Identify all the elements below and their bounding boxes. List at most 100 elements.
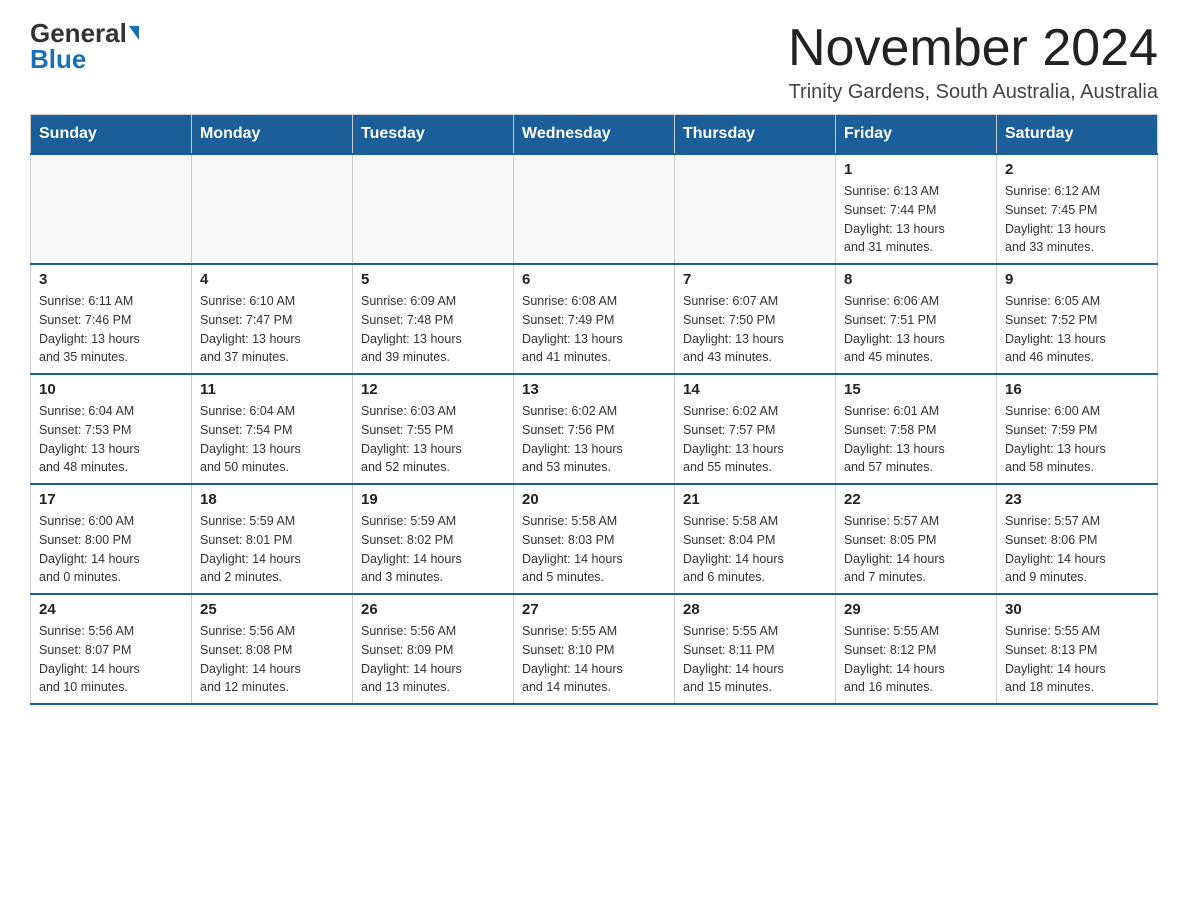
day-info: Sunrise: 6:02 AM Sunset: 7:57 PM Dayligh… [683,402,827,477]
title-block: November 2024 Trinity Gardens, South Aus… [788,20,1158,104]
calendar-cell: 29 Sunrise: 5:55 AM Sunset: 8:12 PM Dayli… [836,594,997,704]
calendar-cell: 14 Sunrise: 6:02 AM Sunset: 7:57 PM Dayli… [675,374,836,484]
day-info: Sunrise: 6:08 AM Sunset: 7:49 PM Dayligh… [522,292,666,367]
day-info: Sunrise: 5:58 AM Sunset: 8:03 PM Dayligh… [522,512,666,587]
day-info: Sunrise: 6:04 AM Sunset: 7:53 PM Dayligh… [39,402,183,477]
day-info: Sunrise: 6:04 AM Sunset: 7:54 PM Dayligh… [200,402,344,477]
day-number: 8 [844,271,988,288]
day-number: 19 [361,491,505,508]
location-title: Trinity Gardens, South Australia, Austra… [788,81,1158,104]
day-info: Sunrise: 5:56 AM Sunset: 8:08 PM Dayligh… [200,622,344,697]
calendar-cell: 8 Sunrise: 6:06 AM Sunset: 7:51 PM Daylig… [836,264,997,374]
day-info: Sunrise: 5:58 AM Sunset: 8:04 PM Dayligh… [683,512,827,587]
calendar-cell: 3 Sunrise: 6:11 AM Sunset: 7:46 PM Daylig… [31,264,192,374]
day-number: 1 [844,161,988,178]
calendar-cell: 24 Sunrise: 5:56 AM Sunset: 8:07 PM Dayli… [31,594,192,704]
calendar-week-row: 10 Sunrise: 6:04 AM Sunset: 7:53 PM Dayli… [31,374,1158,484]
day-number: 24 [39,601,183,618]
day-number: 26 [361,601,505,618]
day-number: 9 [1005,271,1149,288]
day-number: 14 [683,381,827,398]
calendar-cell: 12 Sunrise: 6:03 AM Sunset: 7:55 PM Dayli… [353,374,514,484]
weekday-header-sunday: Sunday [31,115,192,155]
day-info: Sunrise: 6:01 AM Sunset: 7:58 PM Dayligh… [844,402,988,477]
logo-general: General [30,20,127,46]
day-number: 5 [361,271,505,288]
calendar-cell: 10 Sunrise: 6:04 AM Sunset: 7:53 PM Dayli… [31,374,192,484]
day-info: Sunrise: 6:03 AM Sunset: 7:55 PM Dayligh… [361,402,505,477]
calendar-cell: 23Sunrise: 5:57 AM Sunset: 8:06 PM Dayli… [997,484,1158,594]
day-info: Sunrise: 6:00 AM Sunset: 8:00 PM Dayligh… [39,512,183,587]
day-info: Sunrise: 5:56 AM Sunset: 8:07 PM Dayligh… [39,622,183,697]
day-number: 28 [683,601,827,618]
day-number: 20 [522,491,666,508]
logo: General Blue [30,20,139,72]
calendar-cell: 15 Sunrise: 6:01 AM Sunset: 7:58 PM Dayli… [836,374,997,484]
day-info: Sunrise: 6:13 AM Sunset: 7:44 PM Dayligh… [844,182,988,257]
day-number: 22 [844,491,988,508]
calendar-cell: 9Sunrise: 6:05 AM Sunset: 7:52 PM Daylig… [997,264,1158,374]
calendar-week-row: 24 Sunrise: 5:56 AM Sunset: 8:07 PM Dayli… [31,594,1158,704]
page-header: General Blue November 2024 Trinity Garde… [30,20,1158,104]
day-info: Sunrise: 6:12 AM Sunset: 7:45 PM Dayligh… [1005,182,1149,257]
calendar-week-row: 1 Sunrise: 6:13 AM Sunset: 7:44 PM Daylig… [31,154,1158,264]
day-info: Sunrise: 6:06 AM Sunset: 7:51 PM Dayligh… [844,292,988,367]
day-info: Sunrise: 5:57 AM Sunset: 8:05 PM Dayligh… [844,512,988,587]
calendar-cell [192,154,353,264]
day-info: Sunrise: 5:55 AM Sunset: 8:13 PM Dayligh… [1005,622,1149,697]
day-info: Sunrise: 5:59 AM Sunset: 8:01 PM Dayligh… [200,512,344,587]
weekday-header-tuesday: Tuesday [353,115,514,155]
weekday-header-thursday: Thursday [675,115,836,155]
day-number: 2 [1005,161,1149,178]
day-info: Sunrise: 6:10 AM Sunset: 7:47 PM Dayligh… [200,292,344,367]
weekday-header-saturday: Saturday [997,115,1158,155]
day-info: Sunrise: 6:02 AM Sunset: 7:56 PM Dayligh… [522,402,666,477]
day-number: 7 [683,271,827,288]
day-number: 3 [39,271,183,288]
day-info: Sunrise: 5:55 AM Sunset: 8:12 PM Dayligh… [844,622,988,697]
day-info: Sunrise: 5:57 AM Sunset: 8:06 PM Dayligh… [1005,512,1149,587]
weekday-header-monday: Monday [192,115,353,155]
calendar-cell: 6 Sunrise: 6:08 AM Sunset: 7:49 PM Daylig… [514,264,675,374]
calendar-cell: 4Sunrise: 6:10 AM Sunset: 7:47 PM Daylig… [192,264,353,374]
calendar-cell [353,154,514,264]
day-info: Sunrise: 6:07 AM Sunset: 7:50 PM Dayligh… [683,292,827,367]
month-title: November 2024 [788,20,1158,77]
logo-blue: Blue [30,46,86,72]
day-number: 10 [39,381,183,398]
day-info: Sunrise: 6:00 AM Sunset: 7:59 PM Dayligh… [1005,402,1149,477]
day-number: 12 [361,381,505,398]
day-number: 25 [200,601,344,618]
calendar-cell: 16 Sunrise: 6:00 AM Sunset: 7:59 PM Dayli… [997,374,1158,484]
calendar-cell: 20 Sunrise: 5:58 AM Sunset: 8:03 PM Dayli… [514,484,675,594]
day-number: 6 [522,271,666,288]
calendar-cell: 1 Sunrise: 6:13 AM Sunset: 7:44 PM Daylig… [836,154,997,264]
calendar-table: SundayMondayTuesdayWednesdayThursdayFrid… [30,114,1158,705]
calendar-cell: 2 Sunrise: 6:12 AM Sunset: 7:45 PM Daylig… [997,154,1158,264]
calendar-week-row: 17 Sunrise: 6:00 AM Sunset: 8:00 PM Dayli… [31,484,1158,594]
calendar-cell [514,154,675,264]
day-number: 15 [844,381,988,398]
day-number: 16 [1005,381,1149,398]
day-number: 17 [39,491,183,508]
calendar-cell: 18 Sunrise: 5:59 AM Sunset: 8:01 PM Dayli… [192,484,353,594]
calendar-cell: 30 Sunrise: 5:55 AM Sunset: 8:13 PM Dayli… [997,594,1158,704]
weekday-header-wednesday: Wednesday [514,115,675,155]
calendar-cell: 11Sunrise: 6:04 AM Sunset: 7:54 PM Dayli… [192,374,353,484]
day-info: Sunrise: 6:09 AM Sunset: 7:48 PM Dayligh… [361,292,505,367]
calendar-cell: 7 Sunrise: 6:07 AM Sunset: 7:50 PM Daylig… [675,264,836,374]
calendar-cell: 17 Sunrise: 6:00 AM Sunset: 8:00 PM Dayli… [31,484,192,594]
logo-arrow-icon [129,26,139,40]
day-number: 30 [1005,601,1149,618]
calendar-cell: 27Sunrise: 5:55 AM Sunset: 8:10 PM Dayli… [514,594,675,704]
day-info: Sunrise: 5:55 AM Sunset: 8:10 PM Dayligh… [522,622,666,697]
day-number: 18 [200,491,344,508]
calendar-header-row: SundayMondayTuesdayWednesdayThursdayFrid… [31,115,1158,155]
day-info: Sunrise: 6:11 AM Sunset: 7:46 PM Dayligh… [39,292,183,367]
calendar-cell: 5 Sunrise: 6:09 AM Sunset: 7:48 PM Daylig… [353,264,514,374]
weekday-header-friday: Friday [836,115,997,155]
calendar-cell: 26Sunrise: 5:56 AM Sunset: 8:09 PM Dayli… [353,594,514,704]
day-number: 29 [844,601,988,618]
calendar-cell: 28Sunrise: 5:55 AM Sunset: 8:11 PM Dayli… [675,594,836,704]
calendar-cell: 21Sunrise: 5:58 AM Sunset: 8:04 PM Dayli… [675,484,836,594]
